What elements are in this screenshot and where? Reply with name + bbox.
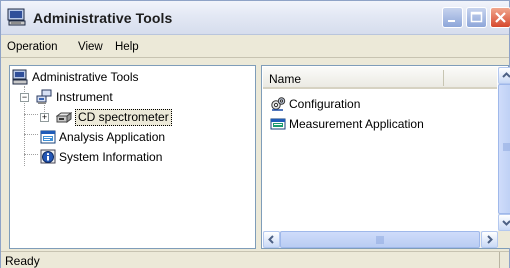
chevron-right-icon — [487, 235, 493, 244]
column-divider[interactable] — [443, 70, 444, 86]
tree-item-label: CD spectrometer — [75, 109, 172, 126]
tree-item-system-information[interactable]: System Information — [40, 148, 250, 166]
tree-item-analysis-application[interactable]: Analysis Application — [40, 128, 250, 146]
gears-icon — [271, 97, 286, 111]
info-icon — [40, 149, 56, 164]
list-item-measurement-application[interactable]: Measurement Application — [270, 115, 500, 133]
status-separator — [499, 252, 500, 268]
horizontal-scrollbar[interactable] — [263, 231, 498, 248]
menu-operation[interactable]: Operation — [7, 41, 58, 53]
scroll-up-button[interactable] — [498, 67, 510, 84]
tree-item-label: Administrative Tools — [32, 70, 139, 84]
menu-view[interactable]: View — [78, 41, 103, 53]
horizontal-scroll-thumb[interactable] — [280, 231, 480, 248]
tree-item-administrative-tools[interactable]: Administrative Tools — [12, 68, 252, 86]
chevron-left-icon — [268, 235, 274, 244]
tree-pane[interactable]: Administrative Tools − Instrument + CD s… — [9, 65, 256, 249]
scroll-down-button[interactable] — [498, 214, 510, 231]
chevron-up-icon — [502, 72, 510, 78]
tree-line — [24, 114, 38, 115]
list-item-configuration[interactable]: Configuration — [270, 95, 490, 113]
status-bar: Ready — [1, 251, 509, 268]
list-item-label: Measurement Application — [289, 117, 424, 131]
tree-item-label: Analysis Application — [59, 130, 166, 144]
column-header-name[interactable]: Name — [269, 72, 301, 86]
grip-icon — [376, 236, 384, 244]
tree-item-label: System Information — [59, 150, 163, 164]
vertical-scroll-thumb[interactable] — [498, 84, 510, 214]
tree-item-cd-spectrometer[interactable]: + CD spectrometer — [40, 108, 250, 126]
application-window-icon — [40, 130, 56, 144]
title-bar[interactable]: Administrative Tools — [1, 1, 510, 35]
status-text: Ready — [5, 254, 40, 268]
scroll-right-button[interactable] — [481, 231, 498, 248]
computer-console-icon — [7, 8, 26, 26]
tree-line — [24, 134, 38, 135]
menu-bar: Operation View Help — [1, 36, 509, 58]
device-icon — [56, 112, 72, 123]
list-item-label: Configuration — [289, 97, 361, 111]
window-title: Administrative Tools — [33, 10, 173, 26]
tree-line — [24, 154, 38, 155]
minimize-button[interactable] — [442, 7, 463, 28]
close-icon — [495, 12, 506, 23]
minimize-icon — [448, 20, 455, 22]
window: Administrative Tools Operation View Help — [0, 0, 510, 268]
grip-icon — [503, 143, 510, 151]
tree-item-instrument[interactable]: − Instrument — [20, 88, 250, 106]
list-pane[interactable]: Name Configuration Measurement Applicati… — [261, 65, 510, 249]
scroll-left-button[interactable] — [263, 231, 280, 248]
tree-item-label: Instrument — [56, 90, 113, 104]
menu-help[interactable]: Help — [115, 41, 139, 53]
collapse-icon[interactable]: − — [20, 93, 29, 102]
maximize-icon — [470, 11, 483, 23]
computer-console-icon — [12, 69, 28, 85]
maximize-button[interactable] — [466, 7, 487, 28]
network-computers-icon — [36, 89, 52, 104]
vertical-scrollbar[interactable] — [498, 67, 510, 231]
scroll-corner — [498, 231, 510, 248]
chevron-down-icon — [502, 220, 510, 226]
application-window-icon — [270, 118, 286, 130]
expand-icon[interactable]: + — [40, 113, 49, 122]
close-button[interactable] — [490, 7, 510, 28]
column-header[interactable]: Name — [263, 67, 497, 89]
